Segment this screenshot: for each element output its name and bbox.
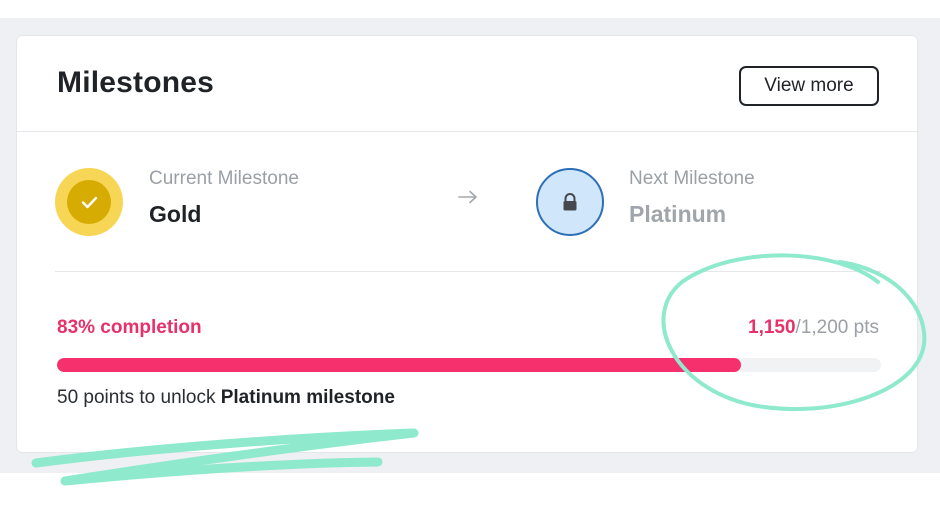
lock-icon bbox=[563, 193, 577, 211]
unlock-message: 50 points to unlock Platinum milestone bbox=[57, 387, 395, 409]
next-milestone-badge bbox=[536, 168, 604, 236]
points-readout: 1,150/1,200 pts bbox=[748, 317, 879, 338]
card-header: Milestones View more bbox=[17, 36, 917, 132]
section-divider bbox=[55, 271, 881, 272]
unlock-prefix: 50 points to unlock bbox=[57, 387, 221, 408]
milestones-card: Milestones View more Current Milestone G… bbox=[16, 35, 918, 453]
view-more-button[interactable]: View more bbox=[739, 66, 879, 106]
current-milestone-value: Gold bbox=[149, 201, 202, 227]
next-milestone-value: Platinum bbox=[629, 201, 727, 227]
card-title: Milestones bbox=[57, 66, 215, 99]
current-milestone-badge bbox=[55, 168, 123, 236]
arrow-right-icon bbox=[458, 190, 477, 204]
progress-fill bbox=[57, 358, 741, 372]
current-milestone-label: Current Milestone bbox=[149, 168, 299, 189]
completion-percent: 83% completion bbox=[57, 317, 202, 338]
points-total: 1,200 pts bbox=[800, 317, 879, 338]
next-milestone-label: Next Milestone bbox=[629, 168, 755, 189]
progress-track bbox=[57, 358, 881, 372]
checkmark-icon bbox=[81, 196, 98, 209]
unlock-target: Platinum milestone bbox=[220, 387, 395, 408]
milestone-row: Current Milestone Gold Next Milestone Pl… bbox=[17, 132, 917, 272]
points-earned: 1,150 bbox=[748, 317, 796, 338]
